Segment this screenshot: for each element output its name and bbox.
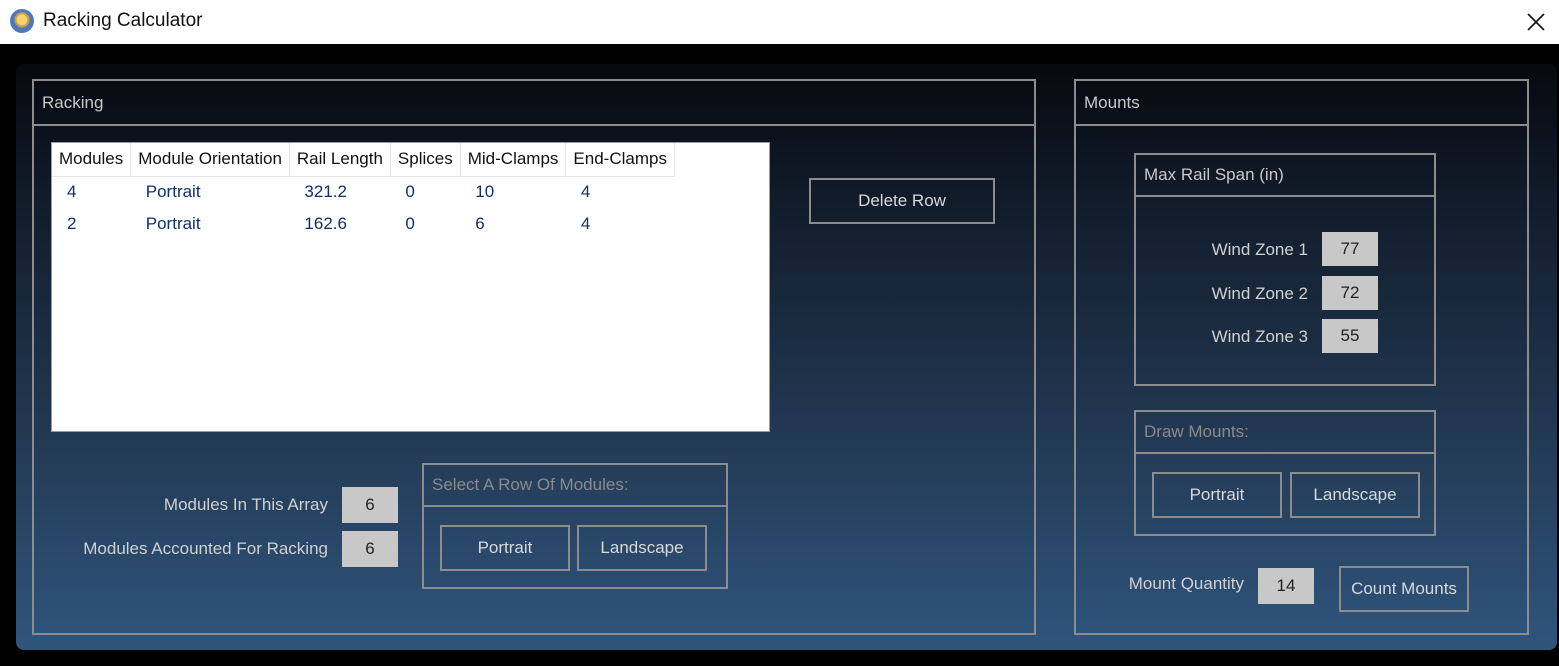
draw-mounts-header: Draw Mounts: bbox=[1136, 412, 1434, 454]
racking-table[interactable]: Modules Module Orientation Rail Length S… bbox=[51, 142, 770, 432]
racking-group: Racking Modules Module Orientation Rail … bbox=[32, 79, 1036, 635]
column-header-rail-length[interactable]: Rail Length bbox=[289, 143, 391, 177]
table-cell: 4 bbox=[580, 182, 591, 202]
select-row-group: Select A Row Of Modules: Portrait Landsc… bbox=[422, 463, 728, 589]
modules-accounted-value: 6 bbox=[342, 531, 398, 567]
client-area: Racking Modules Module Orientation Rail … bbox=[16, 64, 1557, 650]
draw-mounts-group: Draw Mounts: Portrait Landscape bbox=[1134, 410, 1436, 536]
column-header-modules[interactable]: Modules bbox=[52, 143, 132, 177]
table-cell: 6 bbox=[475, 214, 485, 233]
wind-zone-3-label: Wind Zone 3 bbox=[1211, 327, 1308, 346]
table-cell: Portrait bbox=[145, 214, 201, 233]
table-cell: 0 bbox=[405, 182, 415, 202]
title-bar: Racking Calculator bbox=[0, 0, 1559, 44]
mounts-header: Mounts bbox=[1076, 81, 1527, 126]
table-row[interactable]: 4 Portrait 321.2 0 10 4 bbox=[52, 176, 674, 208]
column-header-module-orientation[interactable]: Module Orientation bbox=[130, 143, 290, 177]
table-cell: Portrait bbox=[145, 182, 201, 202]
mounts-group: Mounts Max Rail Span (in) Wind Zone 1 77… bbox=[1074, 79, 1529, 635]
table-header-row: Modules Module Orientation Rail Length S… bbox=[52, 143, 675, 177]
close-icon bbox=[1527, 13, 1545, 31]
table-cell: 2 bbox=[67, 214, 77, 233]
window-body: Racking Modules Module Orientation Rail … bbox=[0, 44, 1559, 666]
column-header-splices[interactable]: Splices bbox=[390, 143, 461, 177]
table-cell: 162.6 bbox=[304, 214, 347, 233]
select-row-header: Select A Row Of Modules: bbox=[424, 465, 726, 507]
column-header-end-clamps[interactable]: End-Clamps bbox=[565, 143, 675, 177]
racking-header: Racking bbox=[34, 81, 1034, 126]
modules-in-array-value: 6 bbox=[342, 487, 398, 523]
mount-quantity-value: 14 bbox=[1258, 568, 1314, 604]
max-rail-span-group: Max Rail Span (in) Wind Zone 1 77 Wind Z… bbox=[1134, 153, 1436, 386]
close-button[interactable] bbox=[1513, 0, 1559, 44]
table-cell: 4 bbox=[67, 182, 77, 202]
wind-zone-1-value: 77 bbox=[1322, 232, 1378, 266]
table-cell: 4 bbox=[580, 214, 591, 233]
window-title: Racking Calculator bbox=[43, 10, 203, 31]
table-cell: 0 bbox=[405, 214, 415, 233]
wind-zone-1-label: Wind Zone 1 bbox=[1211, 240, 1308, 259]
modules-in-array-label: Modules In This Array bbox=[163, 495, 328, 514]
wind-zone-2-value: 72 bbox=[1322, 276, 1378, 310]
max-rail-span-header: Max Rail Span (in) bbox=[1136, 155, 1434, 197]
draw-mounts-portrait-button[interactable]: Portrait bbox=[1152, 472, 1282, 518]
select-row-landscape-button[interactable]: Landscape bbox=[577, 525, 707, 571]
select-row-portrait-button[interactable]: Portrait bbox=[440, 525, 570, 571]
wind-zone-3-value: 55 bbox=[1322, 319, 1378, 353]
table-cell: 321.2 bbox=[304, 182, 347, 202]
app-bulb-icon bbox=[10, 9, 34, 33]
delete-row-button[interactable]: Delete Row bbox=[809, 178, 995, 224]
table-row[interactable]: 2 Portrait 162.6 0 6 4 bbox=[52, 208, 674, 240]
mount-quantity-label: Mount Quantity bbox=[1128, 574, 1244, 593]
table-cell: 10 bbox=[475, 182, 495, 202]
modules-accounted-label: Modules Accounted For Racking bbox=[83, 539, 328, 558]
count-mounts-button[interactable]: Count Mounts bbox=[1339, 566, 1469, 612]
wind-zone-2-label: Wind Zone 2 bbox=[1211, 284, 1308, 303]
column-header-mid-clamps[interactable]: Mid-Clamps bbox=[460, 143, 567, 177]
draw-mounts-landscape-button[interactable]: Landscape bbox=[1290, 472, 1420, 518]
